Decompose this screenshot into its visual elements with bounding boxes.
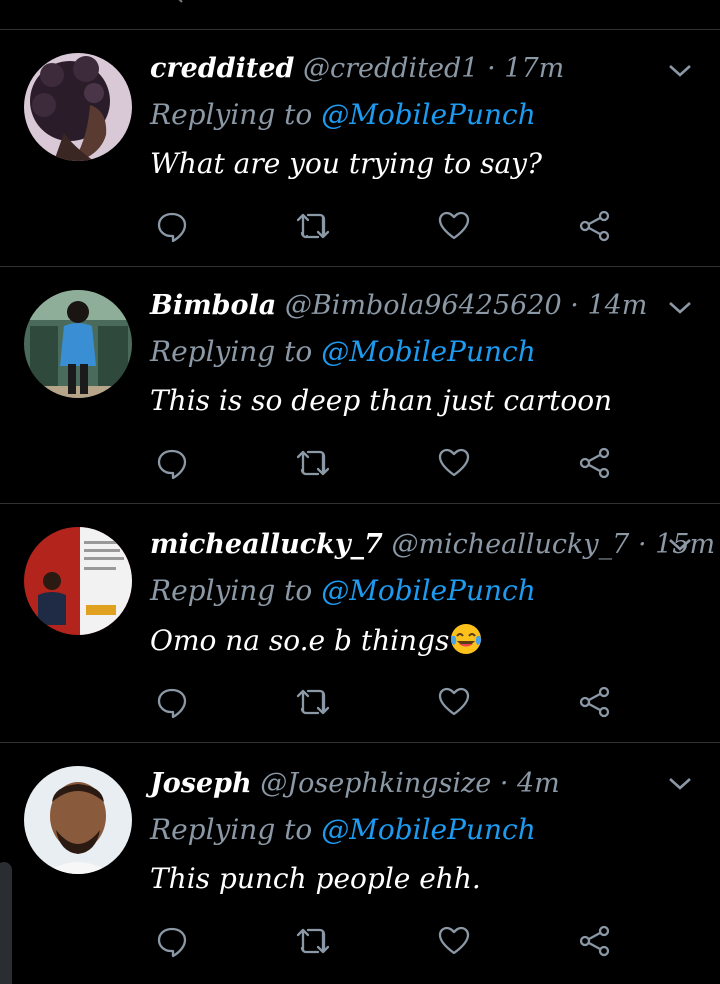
tweet-header: micheallucky_7 @micheallucky_7 · 15m — [150, 528, 715, 562]
reply-icon — [157, 927, 187, 958]
display-name[interactable]: creddited — [150, 53, 294, 84]
replying-to-label: Replying to — [150, 98, 313, 131]
reply-icon — [157, 212, 187, 243]
reply-button[interactable] — [152, 443, 192, 483]
user-handle[interactable]: @Bimbola96425620 — [285, 290, 562, 321]
heart-icon — [438, 448, 470, 477]
tweet-card[interactable]: micheallucky_7 @micheallucky_7 · 15m Rep… — [0, 504, 720, 743]
tweet-header: Joseph @Josephkingsize · 4m — [150, 767, 560, 801]
share-button[interactable] — [575, 921, 615, 961]
more-options-chevron-icon[interactable] — [666, 297, 694, 317]
reply-button[interactable] — [152, 921, 192, 961]
tweet-actions — [0, 921, 720, 965]
heart-icon — [438, 211, 470, 240]
tweet-actions — [0, 206, 720, 250]
tweet-text: This punch people ehh. — [150, 861, 481, 897]
more-options-chevron-icon[interactable] — [666, 60, 694, 80]
retweet-icon — [296, 450, 330, 476]
like-icon[interactable] — [440, 0, 468, 4]
retweet-button[interactable] — [293, 682, 333, 722]
reply-button[interactable] — [152, 206, 192, 246]
replying-to-label: Replying to — [150, 574, 313, 607]
retweet-icon[interactable] — [299, 0, 327, 4]
tweet-card[interactable]: Joseph @Josephkingsize · 4m Replying to … — [0, 743, 720, 984]
separator-dot: · — [487, 53, 496, 84]
avatar[interactable] — [24, 527, 132, 635]
tweet-actions — [0, 682, 720, 726]
mention-link[interactable]: @MobilePunch — [321, 335, 536, 368]
reply-icon — [157, 449, 187, 480]
share-icon — [579, 686, 610, 718]
share-button[interactable] — [575, 206, 615, 246]
retweet-icon — [296, 689, 330, 715]
share-button[interactable] — [575, 682, 615, 722]
tweet-actions — [0, 443, 720, 487]
replying-to-label: Replying to — [150, 335, 313, 368]
mention-link[interactable]: @MobilePunch — [321, 813, 536, 846]
timestamp[interactable]: 4m — [517, 768, 560, 799]
mention-link[interactable]: @MobilePunch — [321, 98, 536, 131]
tweet-text: What are you trying to say? — [150, 146, 542, 182]
share-icon[interactable] — [581, 0, 609, 4]
separator-dot: · — [637, 529, 647, 560]
tears-of-joy-emoji-icon — [449, 622, 483, 656]
edge-scroll-handle[interactable] — [0, 862, 12, 984]
heart-icon — [438, 926, 470, 955]
display-name[interactable]: micheallucky_7 — [150, 529, 383, 560]
timestamp[interactable]: 14m — [587, 290, 647, 321]
replying-to-line: Replying to @MobilePunch — [150, 574, 536, 608]
avatar[interactable] — [24, 53, 132, 161]
separator-dot: · — [499, 768, 509, 799]
timestamp[interactable]: 17m — [504, 53, 564, 84]
mention-link[interactable]: @MobilePunch — [321, 574, 536, 607]
heart-icon — [438, 687, 470, 716]
replying-to-label: Replying to — [150, 813, 313, 846]
replying-to-line: Replying to @MobilePunch — [150, 98, 536, 132]
share-icon — [579, 925, 610, 957]
tweet-card[interactable]: Bimbola @Bimbola96425620 · 14m Replying … — [0, 267, 720, 504]
like-button[interactable] — [434, 443, 474, 483]
retweet-icon — [296, 928, 330, 954]
like-button[interactable] — [434, 921, 474, 961]
like-button[interactable] — [434, 206, 474, 246]
share-icon — [579, 447, 610, 479]
tweet-text: Omo na so.e b things — [150, 622, 483, 659]
replying-to-line: Replying to @MobilePunch — [150, 335, 536, 369]
like-button[interactable] — [434, 682, 474, 722]
avatar[interactable] — [24, 290, 132, 398]
avatar[interactable] — [24, 766, 132, 874]
more-options-chevron-icon[interactable] — [666, 773, 694, 793]
share-icon — [579, 210, 610, 242]
separator-dot: · — [570, 290, 579, 321]
tweet-header: creddited @creddited1 · 17m — [150, 52, 564, 86]
user-handle[interactable]: @micheallucky_7 — [391, 529, 629, 560]
tweet-text-content: This is so deep than just cartoon — [150, 384, 613, 417]
replying-to-line: Replying to @MobilePunch — [150, 813, 536, 847]
retweet-button[interactable] — [293, 921, 333, 961]
share-button[interactable] — [575, 443, 615, 483]
tweet-card[interactable]: creddited @creddited1 · 17m Replying to … — [0, 30, 720, 267]
tweet-text-content: Omo na so.e b things — [150, 624, 450, 657]
display-name[interactable]: Bimbola — [150, 290, 276, 321]
tweet-text-content: This punch people ehh. — [150, 862, 481, 895]
user-handle[interactable]: @Josephkingsize — [260, 768, 491, 799]
reply-icon[interactable] — [158, 0, 186, 4]
tweet-header: Bimbola @Bimbola96425620 · 14m — [150, 289, 647, 323]
user-handle[interactable]: @creddited1 — [303, 53, 479, 84]
previous-tweet-fragment — [0, 0, 720, 30]
reply-button[interactable] — [152, 682, 192, 722]
tweet-text: This is so deep than just cartoon — [150, 383, 612, 419]
retweet-button[interactable] — [293, 443, 333, 483]
retweet-icon — [296, 213, 330, 239]
more-options-chevron-icon[interactable] — [666, 534, 694, 554]
tweet-text-content: What are you trying to say? — [150, 147, 542, 180]
reply-icon — [157, 688, 187, 719]
retweet-button[interactable] — [293, 206, 333, 246]
display-name[interactable]: Joseph — [150, 768, 252, 799]
